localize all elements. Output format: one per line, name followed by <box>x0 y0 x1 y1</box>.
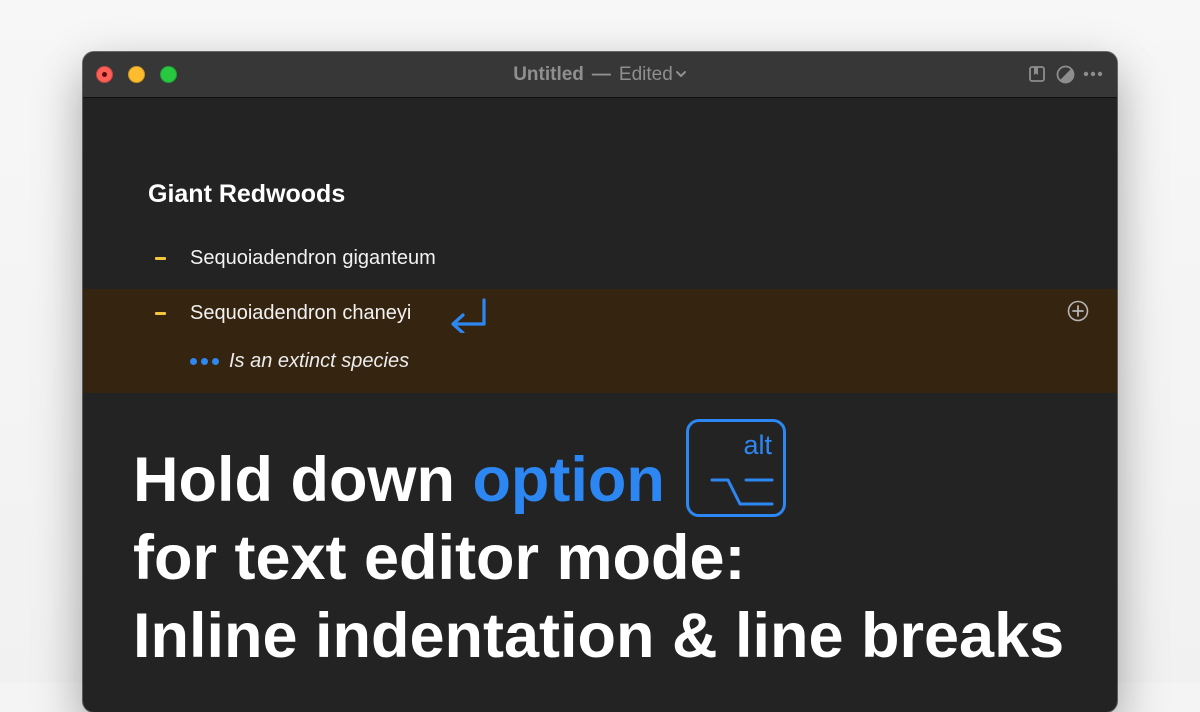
title-bar: Untitled — Edited <box>83 52 1117 98</box>
row-text[interactable]: Sequoiadendron chaneyi <box>190 302 411 325</box>
row-bullet[interactable] <box>155 311 166 315</box>
outline-row[interactable]: Sequoiadendron giganteum <box>83 238 1117 278</box>
more-icon[interactable] <box>1083 64 1103 84</box>
note-handle-icon[interactable] <box>190 357 219 365</box>
title-separator: — <box>591 63 611 85</box>
note-text[interactable]: Is an extinct species <box>229 350 409 373</box>
document-title[interactable]: Giant Redwoods <box>148 180 345 209</box>
row-bullet[interactable] <box>155 256 166 260</box>
option-key-icon <box>710 478 774 506</box>
app-window: Untitled — Edited Giant Redwoods Sequoia… <box>83 52 1117 712</box>
headline-line-2: for text editor mode: <box>133 523 746 593</box>
edited-status: Edited <box>618 63 673 85</box>
appearance-icon[interactable] <box>1055 64 1075 84</box>
headline-line-1: Hold down option <box>133 441 1064 519</box>
headline-prefix: Hold down <box>133 445 473 515</box>
headline-line-3: Inline indentation & line breaks <box>133 601 1065 671</box>
option-key-graphic: alt <box>686 419 786 517</box>
add-row-icon[interactable] <box>1067 300 1089 322</box>
document-name: Untitled <box>513 63 584 85</box>
outline-row-selected[interactable]: Sequoiadendron chaneyi <box>83 293 1117 333</box>
chevron-down-icon <box>675 63 687 85</box>
alt-key-label: alt <box>743 430 772 460</box>
headline-accent: option <box>472 445 665 515</box>
editor-content[interactable]: Giant Redwoods Sequoiadendron giganteum … <box>83 98 1117 712</box>
row-text[interactable]: Sequoiadendron giganteum <box>190 247 436 270</box>
promo-headline: Hold down option for text editor mode: I… <box>133 441 1064 675</box>
row-note[interactable]: Is an extinct species <box>190 346 409 376</box>
bookmark-icon[interactable] <box>1027 64 1047 84</box>
window-title[interactable]: Untitled — Edited <box>83 52 1117 97</box>
return-arrow-icon <box>445 297 491 338</box>
titlebar-toolbar <box>1027 64 1103 84</box>
